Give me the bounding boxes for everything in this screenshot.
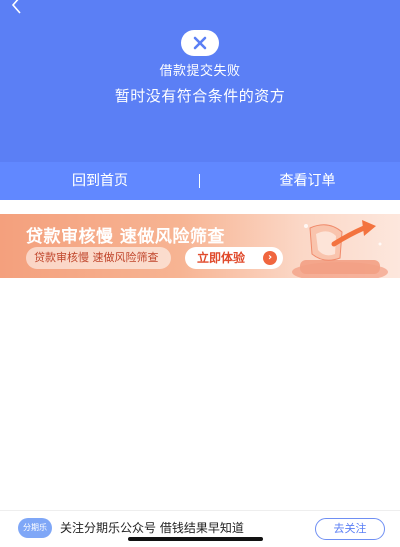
status-title: 借款提交失败	[159, 64, 241, 79]
brand-logo: 分期乐	[18, 518, 52, 538]
loan-result-page: 借款提交失败 暂时没有符合条件的资方 回到首页 查看订单 贷款审核慢 速做风险筛…	[0, 0, 400, 547]
try-now-label: 立即体验	[197, 251, 246, 265]
status-description: 暂时没有符合条件的资方	[114, 87, 286, 105]
follow-promo-text: 关注分期乐公众号 借钱结果早知道	[60, 521, 244, 535]
try-now-button[interactable]: 立即体验 ›	[185, 247, 283, 269]
action-bar: 回到首页 查看订单	[0, 162, 400, 200]
chevron-left-icon[interactable]	[6, 0, 28, 16]
chevron-right-icon: ›	[263, 251, 277, 265]
close-icon	[181, 30, 219, 56]
follow-official-account-bar: 分期乐 关注分期乐公众号 借钱结果早知道 去关注	[0, 510, 400, 547]
banner-title: 贷款审核慢 速做风险筛查	[26, 227, 225, 247]
risk-check-banner[interactable]: 贷款审核慢 速做风险筛查 贷款审核慢 速做风险筛查 立即体验 ›	[0, 214, 400, 278]
view-order-button[interactable]: 查看订单	[200, 162, 400, 200]
back-to-home-button[interactable]: 回到首页	[0, 162, 200, 200]
follow-button[interactable]: 去关注	[315, 518, 385, 540]
status-header: 借款提交失败 暂时没有符合条件的资方	[0, 0, 400, 162]
home-indicator[interactable]	[128, 537, 263, 541]
shield-illustration	[292, 220, 388, 278]
banner-subtitle: 贷款审核慢 速做风险筛查	[26, 247, 171, 269]
